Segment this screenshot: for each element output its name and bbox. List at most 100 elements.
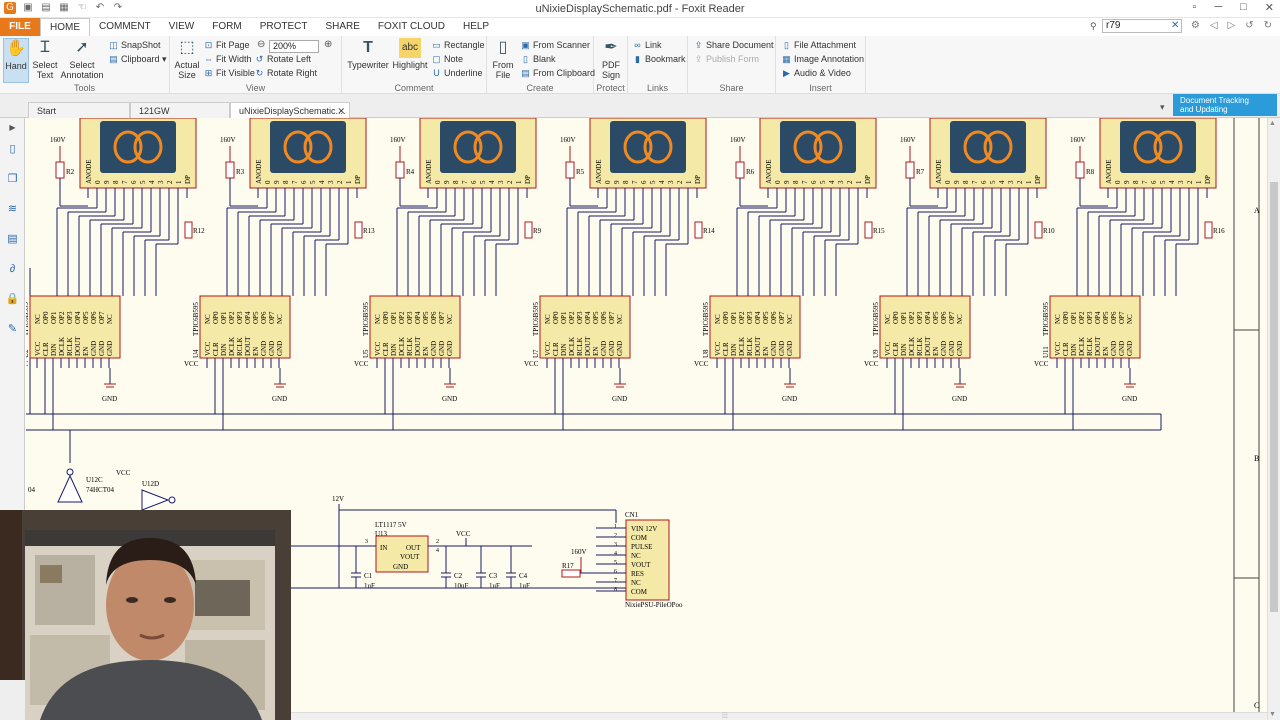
tube-pin-label: 1 bbox=[685, 180, 693, 184]
tab-list-dropdown-icon[interactable]: ▾ bbox=[1160, 102, 1165, 113]
tab-view[interactable]: VIEW bbox=[160, 18, 204, 36]
ic-pin-label: OP0 bbox=[552, 311, 560, 324]
tube-pin-label: DP bbox=[354, 175, 362, 184]
fit-width-button[interactable]: ⇔ Fit Width bbox=[203, 53, 252, 65]
forward-icon[interactable]: ▷ bbox=[1228, 20, 1236, 31]
tab-foxit-cloud[interactable]: FOXIT CLOUD bbox=[369, 18, 454, 36]
rotate-left-button[interactable]: ↺ Rotate Left bbox=[254, 53, 311, 65]
tube-pin-label: 7 bbox=[121, 180, 129, 184]
zoom-in-icon[interactable]: ⊕ bbox=[324, 39, 332, 50]
zoom-select[interactable]: 200% bbox=[269, 40, 319, 53]
ic-pin-label: OP4 bbox=[414, 311, 422, 324]
tab-start[interactable]: Start bbox=[28, 102, 130, 118]
security-panel-icon[interactable]: 🔒 bbox=[5, 292, 20, 307]
file-tab[interactable]: FILE bbox=[0, 18, 40, 36]
ic-pin-label: GND bbox=[616, 341, 624, 356]
ic-pin-label: VCC bbox=[884, 341, 892, 356]
layers-panel-icon[interactable]: ≋ bbox=[5, 202, 20, 217]
pdf-sign-button[interactable]: ✒ PDF Sign bbox=[597, 38, 625, 80]
file-attachment-button[interactable]: ▯ File Attachment bbox=[781, 39, 856, 51]
snapshot-button[interactable]: ◫ SnapShot bbox=[108, 39, 160, 51]
comments-panel-icon[interactable]: ▤ bbox=[5, 232, 20, 247]
typewriter-button[interactable]: T Typewriter bbox=[346, 38, 390, 70]
ic-part-label: TPIC6B595 bbox=[1042, 302, 1050, 336]
view-group: ⬚ Actual Size ⊡ Fit Page ⇔ Fit Width ⊞ Fit … bbox=[170, 36, 342, 94]
scroll-thumb[interactable] bbox=[1270, 182, 1278, 612]
select-annotation-button[interactable]: ➚ Select Annotation bbox=[60, 38, 104, 80]
resistor-label: R10 bbox=[1043, 227, 1055, 235]
tab-121gw-schematic[interactable]: 121GW Schematic(20... bbox=[130, 102, 230, 132]
tab-help[interactable]: HELP bbox=[454, 18, 498, 36]
link-button[interactable]: ∞ Link bbox=[632, 39, 661, 51]
gnd-label: GND bbox=[612, 395, 627, 403]
fit-visible-button[interactable]: ⊞ Fit Visible bbox=[203, 67, 255, 79]
vertical-scrollbar[interactable]: ▲ ▼ bbox=[1267, 118, 1280, 720]
inverter-section: U12C 74HCT04 04 VCC U12D bbox=[28, 468, 176, 511]
tab-share[interactable]: SHARE bbox=[316, 18, 368, 36]
ic-pin-label: OP5 bbox=[422, 311, 430, 324]
rotate-right-button[interactable]: ↻ Rotate Right bbox=[254, 67, 317, 79]
fit-page-button[interactable]: ⊡ Fit Page bbox=[203, 39, 250, 51]
attachments-panel-icon[interactable]: ∂ bbox=[5, 262, 20, 277]
rectangle-button[interactable]: ▭ Rectangle bbox=[431, 39, 484, 51]
publish-form-button[interactable]: ⇪ Publish Form bbox=[693, 53, 759, 65]
select-text-button[interactable]: Ɪ Select Text bbox=[32, 38, 58, 80]
audio-video-button[interactable]: ▶ Audio & Video bbox=[781, 67, 851, 79]
resistor-label: R3 bbox=[236, 168, 245, 176]
share-document-button[interactable]: ⇪ Share Document bbox=[693, 39, 774, 51]
pages-panel-icon[interactable]: ❐ bbox=[5, 172, 20, 187]
back-icon[interactable]: ◁ bbox=[1210, 20, 1218, 31]
tube-pin-label: 1 bbox=[1195, 180, 1203, 184]
highlight-button[interactable]: abc Highlight bbox=[392, 38, 428, 70]
connector-pin-label: COM bbox=[631, 588, 648, 596]
blank-button[interactable]: ▯ Blank bbox=[520, 53, 556, 65]
clipboard-button[interactable]: ▤ Clipboard ▾ bbox=[108, 53, 166, 65]
tab-home[interactable]: HOME bbox=[40, 18, 90, 36]
previous-view-icon[interactable]: ↺ bbox=[1245, 20, 1253, 31]
search-input[interactable]: r79 bbox=[1102, 19, 1182, 33]
tube-pin-label: 7 bbox=[971, 180, 979, 184]
tube-pin-label: 2 bbox=[1186, 180, 1194, 184]
underline-button[interactable]: U Underline bbox=[431, 67, 482, 79]
tube-pin-label: 0 bbox=[264, 180, 272, 184]
minimize-button[interactable]: ─ bbox=[1214, 1, 1222, 14]
bookmark-button[interactable]: ▮ Bookmark bbox=[632, 53, 686, 65]
ic-ref-label: U5 bbox=[362, 349, 370, 358]
tab-form[interactable]: FORM bbox=[203, 18, 250, 36]
tab-unixie-schematic[interactable]: uNixieDisplaySchematic.... ✕ bbox=[230, 102, 350, 118]
expand-panel-icon[interactable]: ▶ bbox=[5, 120, 20, 135]
next-view-icon[interactable]: ↻ bbox=[1264, 20, 1272, 31]
from-file-button[interactable]: ▯ From File bbox=[490, 38, 516, 80]
tab-comment[interactable]: COMMENT bbox=[90, 18, 160, 36]
bookmarks-panel-icon[interactable]: ▯ bbox=[5, 142, 20, 157]
ic-pin-label: EN bbox=[252, 347, 260, 356]
note-button[interactable]: ▢ Note bbox=[431, 53, 463, 65]
tab-protect[interactable]: PROTECT bbox=[251, 18, 317, 36]
zoom-out-icon[interactable]: ⊖ bbox=[257, 39, 265, 50]
maximize-button[interactable]: □ bbox=[1240, 1, 1247, 14]
settings-icon[interactable]: ⚙ bbox=[1191, 20, 1200, 31]
ic-pin-label: OP6 bbox=[260, 311, 268, 324]
scroll-up-icon[interactable]: ▲ bbox=[1269, 120, 1276, 127]
ic-pin-label: OP4 bbox=[754, 311, 762, 324]
clear-search-icon[interactable]: ✕ bbox=[1171, 20, 1179, 31]
bookmark-icon: ▮ bbox=[635, 54, 640, 64]
scroll-down-icon[interactable]: ▼ bbox=[1269, 711, 1276, 718]
restore-ribbon-icon[interactable]: ▫ bbox=[1192, 1, 1196, 14]
ic-pin-label: DOUT bbox=[1094, 336, 1102, 356]
ic-pin-label: GND bbox=[90, 341, 98, 356]
image-annotation-button[interactable]: ▦ Image Annotation bbox=[781, 53, 864, 65]
close-tab-icon[interactable]: ✕ bbox=[337, 103, 345, 119]
close-button[interactable]: ✕ bbox=[1265, 1, 1274, 14]
hand-button[interactable]: ✋ Hand bbox=[3, 38, 29, 83]
nixie-tube-image bbox=[100, 121, 176, 173]
from-clipboard-button[interactable]: ▤ From Clipboard bbox=[520, 67, 595, 79]
ic-pin-label: NC bbox=[786, 314, 794, 324]
actual-size-button[interactable]: ⬚ Actual Size bbox=[173, 38, 201, 80]
document-tracking-button[interactable]: Document Tracking and Updating bbox=[1173, 94, 1277, 116]
ic-pin-label: OP1 bbox=[390, 311, 398, 324]
resistor bbox=[524, 221, 533, 239]
from-scanner-button[interactable]: ▣ From Scanner bbox=[520, 39, 590, 51]
hv-label: 160V bbox=[900, 136, 916, 144]
signatures-panel-icon[interactable]: ✎ bbox=[5, 322, 20, 337]
